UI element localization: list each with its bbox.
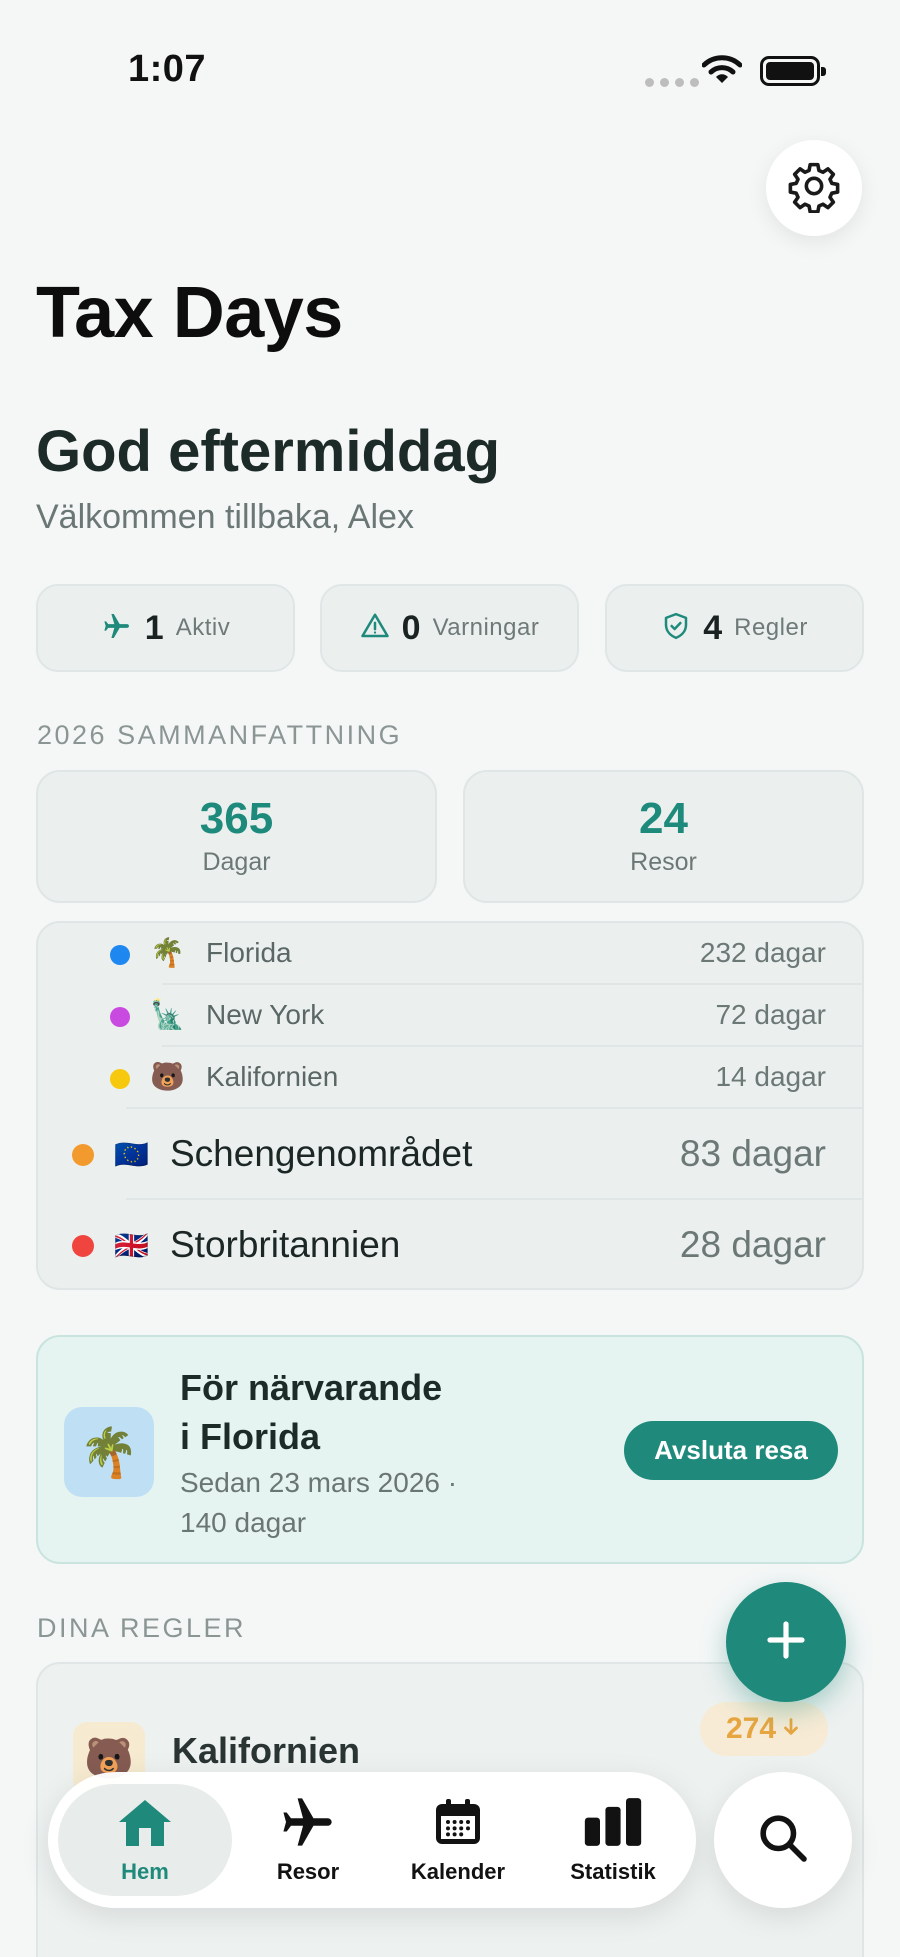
home-icon bbox=[115, 1796, 175, 1853]
end-trip-button[interactable]: Avsluta resa bbox=[624, 1421, 838, 1480]
color-dot bbox=[110, 945, 130, 965]
warnings-label: Varningar bbox=[432, 614, 540, 641]
status-time: 1:07 bbox=[128, 48, 207, 90]
palm-tree-icon: 🌴 bbox=[64, 1407, 154, 1497]
trips-caption: Resor bbox=[630, 848, 697, 876]
calendar-icon bbox=[431, 1796, 485, 1853]
item-name: Florida bbox=[206, 937, 292, 968]
greeting-title: God eftermiddag bbox=[36, 419, 501, 484]
tab-label: Kalender bbox=[410, 1858, 506, 1884]
item-name: Storbritannien bbox=[170, 1224, 401, 1265]
list-item-new-york[interactable]: 🗽 New York 72 dagar bbox=[38, 985, 862, 1047]
trips-summary-card[interactable]: 24 Resor bbox=[463, 770, 864, 903]
tab-home[interactable]: Hem bbox=[58, 1784, 232, 1896]
uk-flag-icon: 🇬🇧 bbox=[114, 1230, 149, 1261]
airplane-icon bbox=[101, 610, 133, 647]
battery-icon bbox=[760, 56, 826, 86]
color-dot bbox=[72, 1235, 94, 1257]
summary-section-label: 2026 SAMMANFATTNING bbox=[37, 720, 403, 750]
palm-tree-icon: 🌴 bbox=[150, 937, 185, 968]
item-name: New York bbox=[206, 999, 325, 1030]
gear-icon bbox=[787, 159, 841, 218]
statue-of-liberty-icon: 🗽 bbox=[150, 999, 185, 1030]
current-trip-title: För närvarande i Florida bbox=[180, 1367, 443, 1457]
item-name: Kalifornien bbox=[206, 1061, 339, 1092]
item-days: 232 dagar bbox=[699, 937, 826, 968]
warnings-count: 0 bbox=[401, 608, 421, 647]
app-title: Tax Days bbox=[36, 273, 343, 353]
signal-icon bbox=[645, 78, 699, 87]
tab-label: Resor bbox=[276, 1858, 340, 1884]
rules-label: Regler bbox=[734, 614, 808, 641]
item-days: 28 dagar bbox=[679, 1224, 826, 1265]
greeting-subtitle: Välkommen tillbaka, Alex bbox=[36, 498, 414, 536]
remaining-days-badge: 274 bbox=[700, 1702, 828, 1756]
search-icon bbox=[755, 1810, 811, 1871]
tab-statistics[interactable]: Statistik bbox=[538, 1784, 688, 1896]
active-trips-pill[interactable]: 1 Aktiv bbox=[36, 584, 295, 672]
current-trip-card[interactable]: 🌴 För närvarande i Florida Sedan 23 mars… bbox=[36, 1335, 864, 1564]
rules-section-label: DINA REGLER bbox=[37, 1613, 247, 1643]
tab-bar: Hem Resor Kalender Statistik bbox=[48, 1772, 696, 1908]
add-trip-button[interactable] bbox=[726, 1582, 846, 1702]
list-item-schengen[interactable]: 🇪🇺 Schengenområdet 83 dagar bbox=[38, 1109, 862, 1200]
color-dot bbox=[110, 1007, 130, 1027]
settings-button[interactable] bbox=[766, 140, 862, 236]
list-item-florida[interactable]: 🌴 Florida 232 dagar bbox=[38, 923, 862, 985]
plus-icon bbox=[762, 1616, 810, 1669]
item-days: 14 dagar bbox=[715, 1061, 826, 1092]
chart-icon bbox=[580, 1796, 646, 1853]
color-dot bbox=[72, 1144, 94, 1166]
days-caption: Dagar bbox=[202, 848, 271, 876]
days-value: 365 bbox=[199, 794, 274, 843]
rule-name: Kalifornien bbox=[172, 1730, 361, 1771]
tab-label: Statistik bbox=[570, 1858, 656, 1884]
warnings-pill[interactable]: 0 Varningar bbox=[320, 584, 579, 672]
arrow-down-icon bbox=[780, 1712, 802, 1746]
tab-trips[interactable]: Resor bbox=[238, 1784, 378, 1896]
list-item-uk[interactable]: 🇬🇧 Storbritannien 28 dagar bbox=[38, 1200, 862, 1288]
tab-label: Hem bbox=[121, 1858, 169, 1884]
tab-calendar[interactable]: Kalender bbox=[388, 1784, 528, 1896]
eu-flag-icon: 🇪🇺 bbox=[114, 1139, 149, 1170]
search-button[interactable] bbox=[714, 1772, 852, 1908]
color-dot bbox=[110, 1069, 130, 1089]
shield-icon bbox=[661, 611, 691, 646]
item-days: 72 dagar bbox=[715, 999, 826, 1030]
active-label: Aktiv bbox=[175, 614, 231, 641]
trips-value: 24 bbox=[639, 794, 688, 843]
active-count: 1 bbox=[144, 608, 164, 647]
rules-pill[interactable]: 4 Regler bbox=[605, 584, 864, 672]
airplane-icon bbox=[278, 1796, 338, 1853]
item-days: 83 dagar bbox=[679, 1133, 826, 1174]
rules-count: 4 bbox=[703, 608, 723, 647]
jurisdiction-breakdown: 🌴 Florida 232 dagar 🗽 New York 72 dagar … bbox=[36, 921, 864, 1290]
days-summary-card[interactable]: 365 Dagar bbox=[36, 770, 437, 903]
wifi-icon bbox=[701, 54, 743, 91]
warning-icon bbox=[360, 611, 390, 646]
bear-icon: 🐻 bbox=[150, 1061, 185, 1092]
list-item-california[interactable]: 🐻 Kalifornien 14 dagar bbox=[38, 1047, 862, 1109]
item-name: Schengenområdet bbox=[170, 1133, 473, 1174]
current-trip-since: Sedan 23 mars 2026 · 140 dagar bbox=[180, 1467, 458, 1538]
